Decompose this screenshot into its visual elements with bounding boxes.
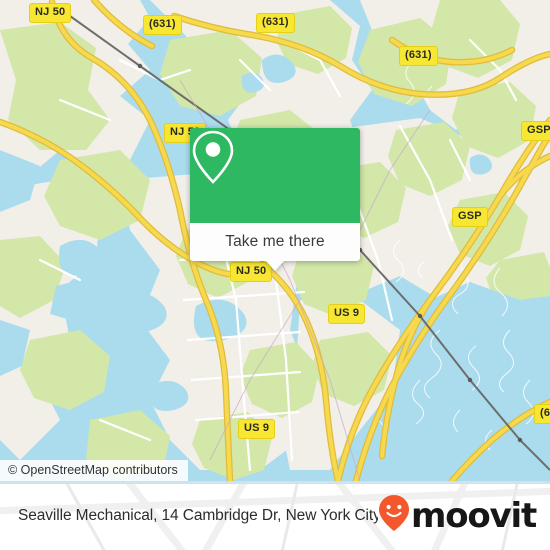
road-shield: (6 [534, 404, 550, 424]
popup-image-area [190, 128, 360, 223]
map-canvas[interactable]: NJ 50 (631) (631) (631) NJ 50 GSP GSP NJ… [0, 0, 550, 481]
road-shield: (631) [256, 13, 295, 33]
location-popup[interactable]: Take me there [190, 128, 360, 271]
road-shield: US 9 [328, 304, 366, 324]
moovit-wordmark: moovit [410, 495, 537, 536]
take-me-there-button[interactable]: Take me there [190, 223, 360, 261]
road-shield: US 9 [238, 419, 276, 439]
moovit-pin-smiley-icon [378, 494, 410, 537]
popup-tail [266, 261, 284, 271]
road-shield: (631) [399, 46, 438, 66]
footer-bar: Seaville Mechanical, 14 Cambridge Dr, Ne… [0, 481, 550, 550]
osm-attribution[interactable]: © OpenStreetMap contributors [0, 460, 188, 481]
road-shield: (631) [143, 15, 182, 35]
road-shield: NJ 50 [29, 3, 72, 23]
moovit-logo[interactable]: moovit [378, 494, 537, 537]
take-me-there-label: Take me there [225, 233, 325, 250]
road-shield: GSP [521, 121, 550, 141]
road-shield: GSP [452, 207, 488, 227]
moovit-map-screenshot: NJ 50 (631) (631) (631) NJ 50 GSP GSP NJ… [0, 0, 550, 550]
place-title: Seaville Mechanical, 14 Cambridge Dr, Ne… [18, 506, 378, 524]
